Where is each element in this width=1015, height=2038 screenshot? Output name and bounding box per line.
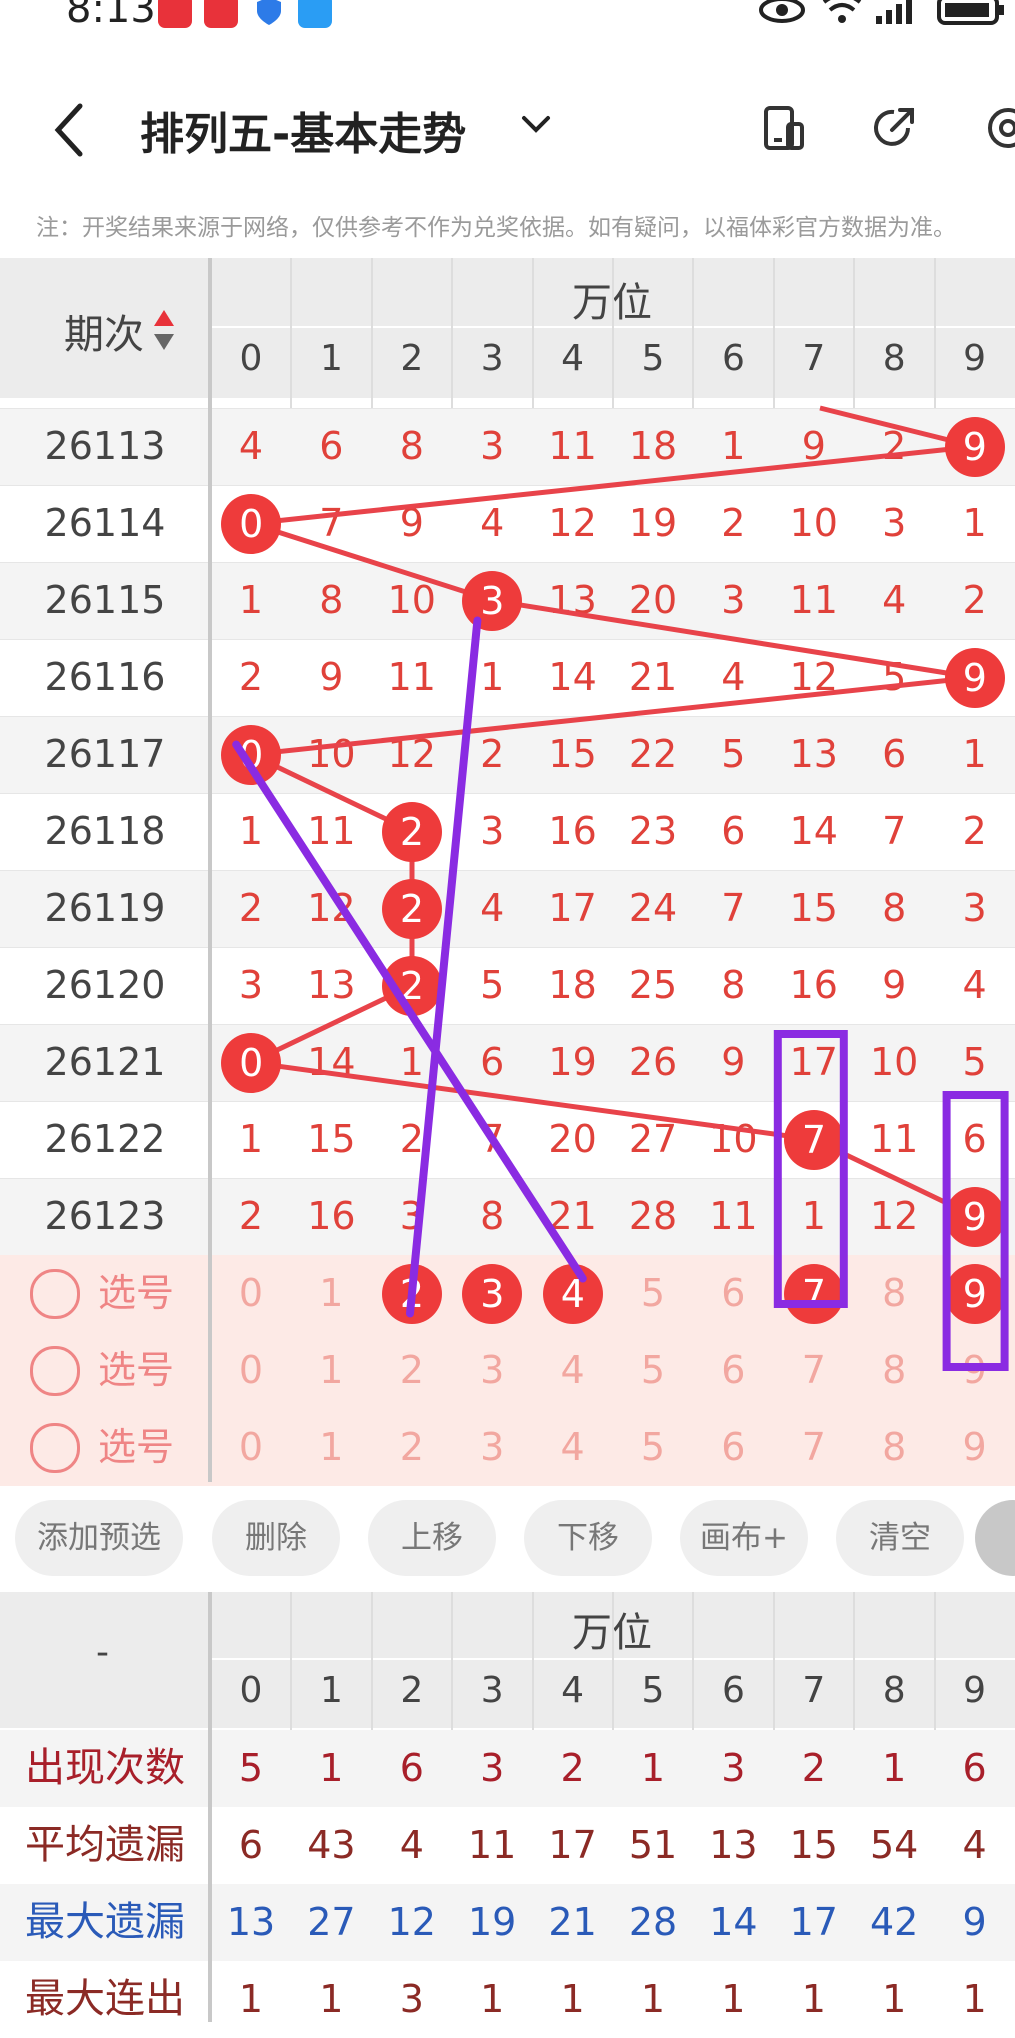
stats-value: 1 — [721, 1977, 746, 2021]
stats-value: 1 — [480, 1977, 505, 2021]
annotation-stroke — [406, 616, 482, 1318]
wifi-icon — [822, 0, 862, 23]
stats-digit-header-2: 2 — [400, 1670, 424, 1711]
annotation-stroke — [232, 740, 587, 1283]
stats-value: 1 — [560, 1977, 585, 2021]
stats-corner: - — [96, 1632, 109, 1673]
action-button-0[interactable]: 添加预选 — [15, 1500, 183, 1576]
stats-value: 27 — [307, 1900, 356, 1944]
stats-value: 17 — [548, 1823, 597, 1867]
stats-table: - 万位 0123456789 出现次数 5 1 6 3 2 1 3 2 1 6 平均遗漏 6 43 4 11… — [0, 1592, 1015, 2038]
settings-icon[interactable] — [982, 102, 1015, 154]
disclaimer-notice: 注：开奖结果来源于网络，仅供参考不作为兑奖依据。如有疑问，以福体彩官方数据为准。 — [36, 215, 956, 241]
stats-digit-header-5: 5 — [641, 1670, 665, 1711]
stats-value: 14 — [709, 1900, 758, 1944]
share-icon[interactable] — [868, 102, 920, 154]
stats-value: 43 — [307, 1823, 356, 1867]
huawei-app-icon — [158, 0, 192, 28]
huawei-app-icon-2 — [204, 0, 238, 28]
stats-value: 3 — [399, 1977, 424, 2021]
stats-digit-header-6: 6 — [721, 1670, 745, 1711]
status-bar: 8:13 — [0, 0, 1015, 32]
search-app-icon — [298, 0, 332, 28]
stats-value: 51 — [628, 1823, 678, 1867]
stats-value: 15 — [789, 1823, 838, 1867]
annotation-overlay — [232, 616, 1009, 1371]
stats-value: 6 — [238, 1823, 264, 1867]
stats-row-label: 平均遗漏 — [25, 1822, 185, 1868]
action-button-5[interactable]: 清空 — [836, 1500, 964, 1576]
stats-value: 1 — [882, 1977, 907, 2021]
stats-value: 13 — [226, 1900, 276, 1944]
stats-value: 17 — [789, 1900, 838, 1944]
battery-icon — [937, 0, 1004, 25]
stats-row-label: 最大遗漏 — [25, 1899, 185, 1945]
stats-value: 19 — [468, 1900, 517, 1944]
annotation-box — [942, 1091, 1009, 1371]
stats-value: 1 — [319, 1746, 344, 1790]
signal-icon — [876, 0, 912, 24]
collapse-button[interactable] — [975, 1500, 1015, 1576]
stats-digit-header-7: 7 — [802, 1670, 826, 1711]
annotation-box — [773, 1030, 848, 1308]
stats-value: 6 — [399, 1746, 424, 1790]
stats-digit-header-8: 8 — [882, 1670, 906, 1711]
stats-digit-header-3: 3 — [480, 1670, 504, 1711]
stats-value: 3 — [480, 1746, 505, 1790]
stats-value: 6 — [962, 1746, 987, 1790]
stats-value: 3 — [721, 1746, 746, 1790]
page-title[interactable]: 排列五-基本走势 — [140, 98, 466, 162]
stats-row-label: 出现次数 — [25, 1745, 185, 1791]
stats-value: 1 — [962, 1977, 987, 2021]
stats-value: 9 — [962, 1900, 987, 1944]
stats-value: 4 — [399, 1823, 424, 1867]
back-arrow-icon[interactable] — [50, 100, 90, 160]
stats-column-divider — [208, 1592, 212, 2022]
stats-digit-header-0: 0 — [239, 1670, 263, 1711]
stats-value: 1 — [238, 1977, 264, 2021]
stats-value: 54 — [870, 1823, 919, 1867]
shield-icon — [252, 0, 286, 28]
stats-value: 1 — [801, 1977, 826, 2021]
action-button-4[interactable]: 画布+ — [680, 1500, 808, 1576]
stats-row-label: 最大连出 — [25, 1976, 185, 2022]
stats-value: 42 — [870, 1900, 919, 1944]
stats-value: 2 — [801, 1746, 826, 1790]
stats-value: 2 — [560, 1746, 585, 1790]
stats-digit-header-1: 1 — [319, 1670, 343, 1711]
stats-value: 1 — [319, 1977, 344, 2021]
stats-value: 1 — [882, 1746, 907, 1790]
eye-icon — [759, 0, 805, 23]
stats-value: 12 — [387, 1900, 436, 1944]
stats-value: 1 — [640, 1746, 666, 1790]
stats-value: 28 — [628, 1900, 678, 1944]
action-button-3[interactable]: 下移 — [524, 1500, 652, 1576]
status-time: 8:13 — [66, 0, 156, 32]
stats-value: 5 — [238, 1746, 264, 1790]
stats-digit-header-4: 4 — [561, 1670, 585, 1711]
top-app-bar: 排列五-基本走势 — [0, 60, 1015, 190]
chevron-down-icon[interactable] — [518, 110, 554, 140]
trend-table: 期次 万位 0123456789 26113 4 6 8 3 11 18 1 9 2 26114 7 9… — [0, 258, 1015, 1486]
stats-digit-header-9: 9 — [963, 1670, 987, 1711]
action-button-2[interactable]: 上移 — [368, 1500, 496, 1576]
stats-value: 1 — [640, 1977, 666, 2021]
stats-value: 13 — [709, 1823, 758, 1867]
stats-value: 21 — [548, 1900, 597, 1944]
switch-device-icon[interactable] — [758, 102, 810, 154]
stats-value: 11 — [468, 1823, 517, 1867]
action-button-1[interactable]: 删除 — [212, 1500, 340, 1576]
stats-value: 4 — [962, 1823, 987, 1867]
